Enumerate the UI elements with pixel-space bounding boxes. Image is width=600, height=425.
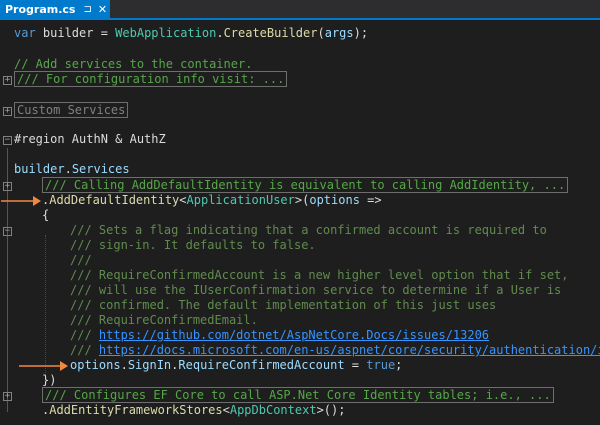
code-token: >( [294, 193, 310, 207]
doc-comment-line[interactable]: /// confirmed. The default implementatio… [70, 298, 496, 313]
code-line[interactable]: /// Configures EF Core to call ASP.Net C… [42, 387, 554, 403]
code-token: . [120, 358, 128, 372]
code-token: < [179, 193, 187, 207]
param-token: RequireConfirmedAccount [178, 358, 345, 372]
code-line[interactable]: /// For configuration info visit: ... [14, 71, 288, 87]
type-token: WebApplication [115, 26, 217, 40]
param-token: options [309, 193, 360, 207]
code-token: ); [353, 26, 369, 40]
collapse-icon[interactable]: − [3, 227, 12, 236]
doc-comment-line[interactable]: /// https://github.com/dotnet/AspNetCore… [70, 328, 489, 343]
keyword-var: var [14, 26, 36, 40]
code-token: . [64, 162, 72, 176]
param-token: args [324, 26, 354, 40]
code-line[interactable]: /// Calling AddDefaultIdentity is equiva… [42, 177, 569, 193]
method-token: CreateBuilder [223, 26, 318, 40]
doc-comment-line[interactable]: /// sign-in. It defaults to false. [70, 238, 316, 253]
code-line[interactable]: builder.Services [14, 162, 130, 177]
collapsed-comment[interactable]: /// For configuration info visit: ... [14, 71, 288, 87]
doc-prefix: /// [70, 328, 99, 342]
method-token: AddEntityFrameworkStores [49, 403, 223, 417]
code-token: < [222, 403, 230, 417]
doc-comment-line[interactable]: /// RequireConfirmedAccount is a new hig… [70, 268, 569, 283]
tab-title: Program.cs [5, 2, 76, 16]
fold-range-line [7, 234, 8, 378]
code-token: => [359, 193, 382, 207]
code-token: ; [395, 358, 403, 372]
collapsed-comment[interactable]: /// Configures EF Core to call ASP.Net C… [42, 387, 554, 403]
code-token: >(); [316, 403, 346, 417]
arrow-marker [19, 361, 68, 371]
collapse-icon[interactable]: − [3, 136, 12, 145]
doc-comment-line[interactable]: /// RequireConfirmedEmail. [70, 313, 258, 328]
expand-icon[interactable]: + [3, 107, 12, 116]
code-line[interactable]: { [42, 208, 49, 223]
code-token: builder = [35, 26, 116, 40]
param-token: builder [14, 162, 65, 176]
code-line[interactable]: options.SignIn.RequireConfirmedAccount =… [70, 358, 402, 373]
code-line[interactable]: var builder = WebApplication.CreateBuild… [14, 26, 368, 41]
method-token: AddDefaultIdentity [49, 193, 180, 207]
indent-guide [45, 235, 46, 375]
param-token: Services [71, 162, 130, 176]
doc-prefix: /// [70, 343, 99, 357]
doc-comment-line[interactable]: /// will use the IUserConfirmation servi… [70, 283, 561, 298]
code-line[interactable]: Custom Services [14, 102, 129, 118]
tab-program-cs[interactable]: Program.cs ⊐ ✕ [0, 0, 110, 18]
collapsed-comment[interactable]: /// Calling AddDefaultIdentity is equiva… [42, 177, 569, 193]
region-directive[interactable]: #region AuthN & AuthZ [14, 132, 166, 147]
tab-bar: Program.cs ⊐ ✕ [0, 0, 600, 20]
pin-icon[interactable]: ⊐ [83, 4, 91, 15]
doc-link[interactable]: https://github.com/dotnet/AspNetCore.Doc… [99, 328, 489, 342]
doc-link[interactable]: https://docs.microsoft.com/en-us/aspnet/… [99, 343, 600, 357]
comment-line[interactable]: // Add services to the container. [14, 57, 252, 72]
close-icon[interactable]: ✕ [98, 3, 107, 16]
doc-comment-line[interactable]: /// Sets a flag indicating that a confir… [70, 223, 547, 238]
code-token: . [216, 26, 224, 40]
code-line[interactable]: }) [42, 373, 56, 388]
code-token: = [344, 358, 367, 372]
expand-icon[interactable]: + [3, 182, 12, 191]
code-editor[interactable]: var builder = WebApplication.CreateBuild… [0, 20, 600, 425]
code-token: ( [317, 26, 325, 40]
doc-comment-line[interactable]: /// [70, 253, 92, 268]
code-line[interactable]: .AddDefaultIdentity<ApplicationUser>(opt… [42, 193, 382, 208]
param-token: SignIn [127, 358, 172, 372]
param-token: options [70, 358, 121, 372]
collapsed-region[interactable]: Custom Services [14, 102, 129, 118]
type-token: AppDbContext [229, 403, 317, 417]
expand-icon[interactable]: + [3, 76, 12, 85]
doc-comment-line[interactable]: /// https://docs.microsoft.com/en-us/asp… [70, 343, 600, 358]
code-line[interactable]: .AddEntityFrameworkStores<AppDbContext>(… [42, 403, 345, 418]
expand-icon[interactable]: + [3, 392, 12, 401]
keyword-true: true [366, 358, 396, 372]
arrow-marker [1, 196, 41, 206]
type-token: ApplicationUser [186, 193, 295, 207]
